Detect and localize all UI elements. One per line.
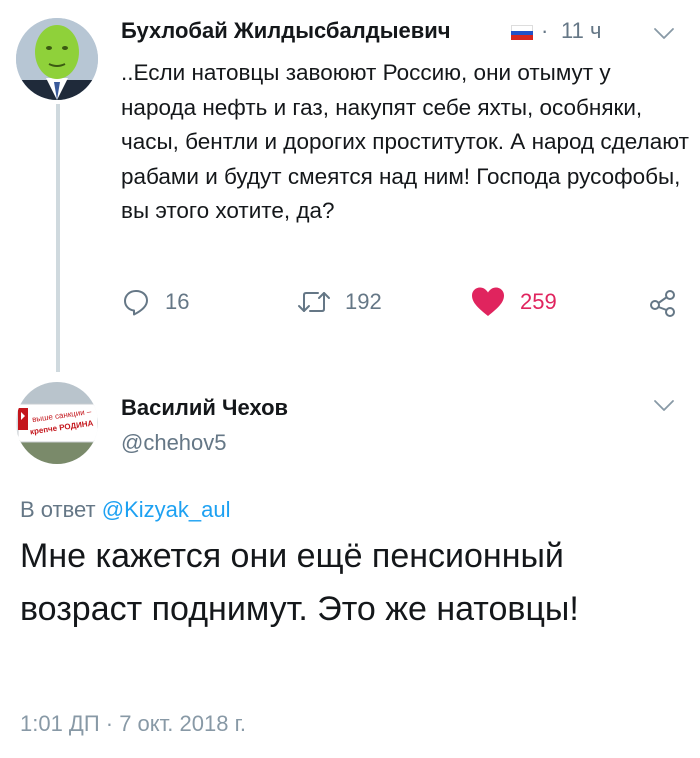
heart-icon: [472, 287, 504, 316]
reply-button[interactable]: 16: [121, 286, 189, 318]
chevron-down-icon[interactable]: [652, 22, 676, 46]
reply-prefix: В ответ: [20, 497, 102, 522]
author-name[interactable]: Василий Чехов: [121, 395, 288, 421]
like-button[interactable]: 259: [470, 286, 557, 318]
retweet-count: 192: [345, 289, 382, 314]
avatar-image: [16, 18, 98, 100]
author-handle[interactable]: @chehov5: [121, 430, 227, 456]
russia-flag-icon: [511, 25, 533, 41]
separator-dot: ·: [541, 18, 549, 43]
author-avatar[interactable]: выше санкции – крепче РОДИНА: [16, 382, 98, 464]
retweet-button[interactable]: 192: [297, 286, 382, 318]
share-icon: [650, 290, 675, 317]
avatar-image: выше санкции – крепче РОДИНА: [16, 382, 98, 464]
reply-count: 16: [165, 289, 190, 314]
tweet-time[interactable]: 11 ч: [561, 18, 601, 44]
tweet-text: ..Если натовцы завоюют Россию, они отыму…: [121, 60, 689, 223]
retweet-icon: [298, 292, 330, 312]
author-avatar[interactable]: [16, 18, 98, 100]
reply-handle-link[interactable]: @Kizyak_aul: [102, 497, 231, 522]
like-count: 259: [520, 289, 557, 314]
share-button[interactable]: [648, 286, 678, 318]
reply-context: В ответ @Kizyak_aul: [20, 497, 230, 523]
tweet-timestamp[interactable]: 1:01 ДП · 7 окт. 2018 г.: [20, 711, 246, 737]
author-name[interactable]: Бухлобай Жилдысбалдыевич: [121, 18, 451, 44]
tweet-text: Мне кажется они ещё пенсионный возраст п…: [20, 537, 579, 628]
reply-icon: [124, 290, 148, 316]
thread-connector-line: [56, 104, 60, 372]
chevron-down-icon[interactable]: [652, 394, 676, 418]
